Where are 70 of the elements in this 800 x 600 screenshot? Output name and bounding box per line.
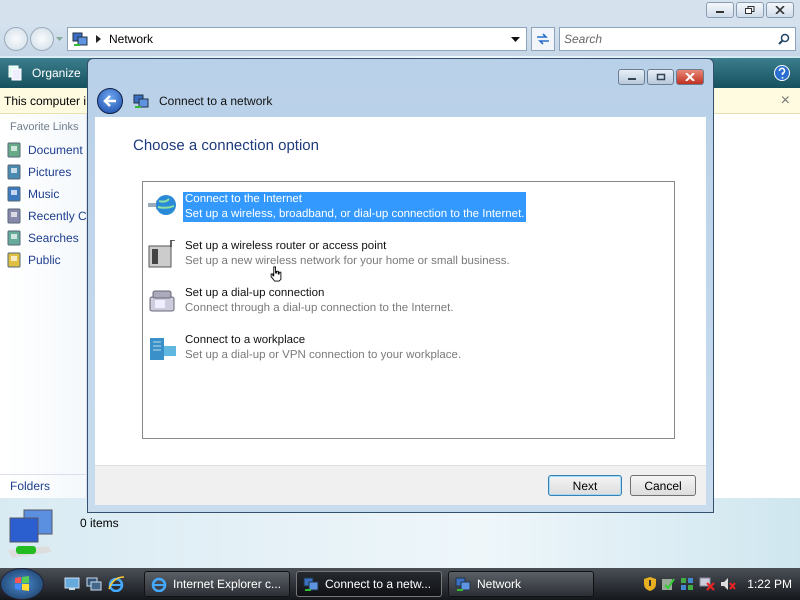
connection-option[interactable]: Set up a dial-up connection Connect through a dial-up connection to the Internet. [147,286,670,316]
connection-option[interactable]: Set up a wireless router or access point Set up a new wireless network for your home or small business. [147,239,670,269]
refresh-arrows-icon [536,33,550,45]
option-title: Connect to the Internet [185,192,302,207]
close-button[interactable] [766,2,794,18]
back-arrow-icon [103,95,117,107]
favorite-link[interactable]: Pictures [0,161,86,183]
favorite-link[interactable]: Document [0,139,86,161]
search-icon [778,33,790,45]
speaker-muted-icon[interactable] [720,577,736,591]
search-field[interactable]: Search [559,27,796,51]
option-description: Set up a wireless, broadband, or dial-up connection to the Internet. [185,207,524,222]
desktop-icon[interactable] [64,577,80,591]
cancel-button[interactable]: Cancel [630,475,696,496]
section-heading: Favorite Links [9,120,80,135]
option-description: Set up a dial-up or VPN connection to your workplace. [185,348,462,363]
connection-option[interactable]: Connect to a workplace Set up a dial-up or VPN connection to your workplace. [147,333,670,363]
option-title: Connect to a workplace [185,333,306,348]
checkmark-icon[interactable] [661,577,676,591]
window-title: Connect to a network [159,94,272,108]
network-icon [72,31,88,47]
favorite-link[interactable]: Searches [0,227,86,249]
minimize-button[interactable] [706,2,734,18]
refresh-button[interactable] [531,27,555,51]
organize-button[interactable]: Organize [4,65,85,81]
back-button[interactable] [97,88,123,114]
grid-icon[interactable] [680,577,694,591]
info-text: This computer i [4,94,86,108]
taskbar-button[interactable]: Internet Explorer c... [144,571,290,597]
restore-button[interactable] [736,2,764,18]
option-description: Connect through a dial-up connection to the Internet. [185,301,454,316]
item-count: 0 items [80,516,119,532]
browser-e-icon [151,576,167,592]
router-icon [147,240,177,268]
close-button[interactable]: × [780,92,790,110]
taskbar-button[interactable]: Network [448,571,594,597]
maximize-button[interactable] [647,69,674,85]
windows-logo-icon [14,576,30,592]
favorite-link[interactable]: Music [0,183,86,205]
clock: 1:22 PM [747,577,792,591]
close-icon [685,73,695,81]
hand-cursor-icon [270,266,282,282]
help-icon[interactable] [774,65,790,81]
pages-icon [8,65,24,81]
favorite-link[interactable]: Recently C [0,205,86,227]
folders-toggle[interactable]: Folders [0,474,86,498]
close-button[interactable] [676,69,704,85]
option-description: Set up a new wireless network for your home or small business. [185,254,510,269]
address-text: Network [109,32,154,46]
window-switch-icon[interactable] [86,577,102,591]
favorite-link[interactable]: Public [0,249,86,271]
minimize-button[interactable] [618,69,645,85]
maximize-icon [656,73,666,81]
close-icon [775,6,785,14]
network-icon [303,576,319,592]
network-icon [455,576,471,592]
restore-icon [745,6,755,14]
option-title: Set up a dial-up connection [185,286,324,301]
chevron-icon [96,35,101,43]
next-button[interactable]: Next [548,475,622,496]
page-heading: Choose a connection option [133,137,320,154]
browser-e-icon[interactable] [108,576,124,592]
dropdown-caret-icon[interactable] [511,36,520,42]
start-button[interactable] [0,568,44,600]
option-title: Set up a wireless router or access point [185,239,386,254]
taskbar-button[interactable]: Connect to a netw... [296,571,442,597]
shield-icon[interactable] [644,577,656,591]
network-globe-icon [133,93,149,109]
network-error-icon[interactable] [699,577,716,591]
address-bar[interactable]: Network [67,27,527,51]
